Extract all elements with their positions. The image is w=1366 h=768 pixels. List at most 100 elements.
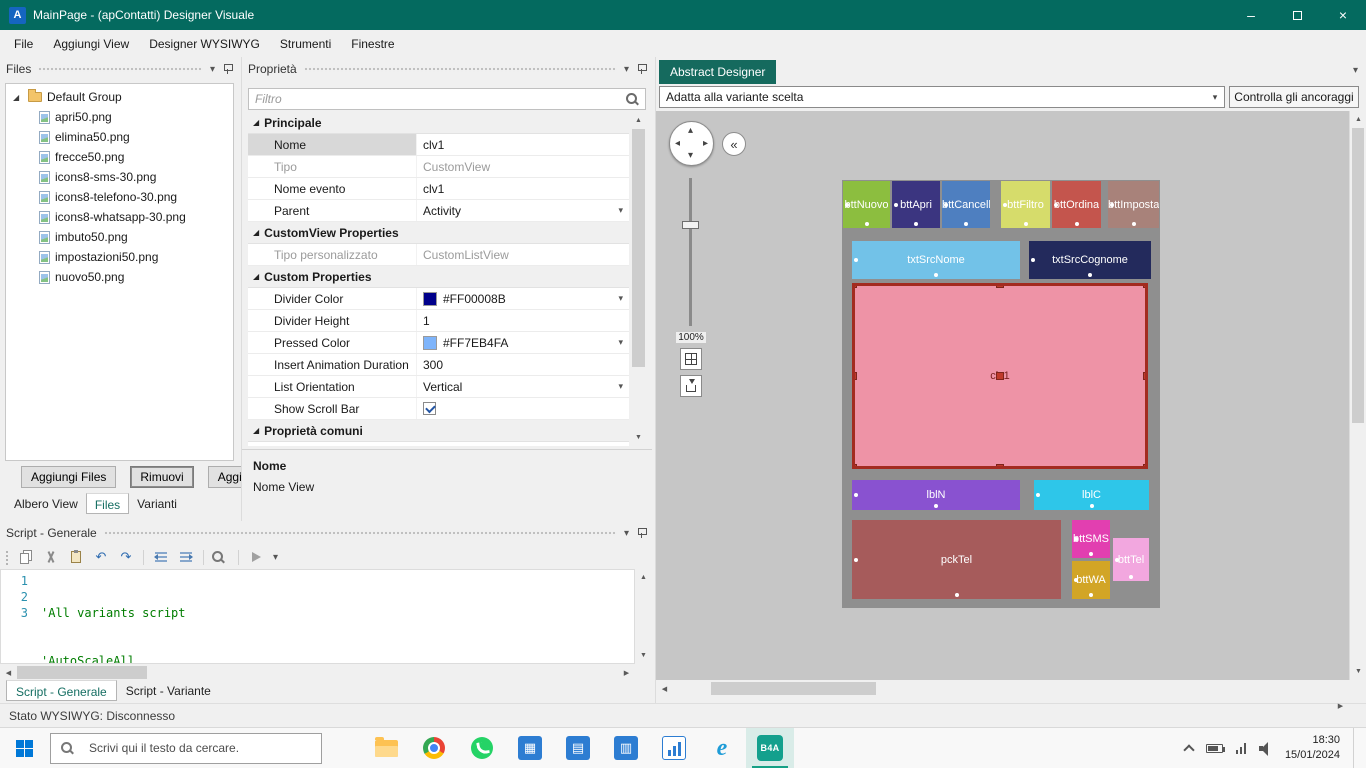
scroll-up-icon[interactable]: ▲ bbox=[630, 112, 647, 129]
property-row-divider-height[interactable]: Divider Height 1 bbox=[248, 310, 629, 332]
resize-handle-bottom-right[interactable] bbox=[1143, 464, 1145, 466]
section-custom-properties[interactable]: ◢ Custom Properties bbox=[248, 266, 629, 288]
property-value[interactable]: Activity ▾ bbox=[416, 200, 629, 221]
start-button[interactable] bbox=[0, 728, 48, 768]
scroll-right-icon[interactable]: ▶ bbox=[1332, 697, 1349, 714]
designer-control-bttTel[interactable]: bttTel bbox=[1113, 538, 1149, 581]
section-proprieta-comuni[interactable]: ◢ Proprietà comuni bbox=[248, 420, 629, 442]
pan-left-icon[interactable]: ◂ bbox=[675, 139, 680, 149]
minimize-button[interactable]: – bbox=[1228, 0, 1274, 30]
cut-icon[interactable] bbox=[43, 549, 59, 565]
menu-finestre[interactable]: Finestre bbox=[341, 32, 404, 56]
tree-file-item[interactable]: icons8-whatsapp-30.png bbox=[6, 207, 233, 227]
panel-menu-caret-icon[interactable]: ▾ bbox=[624, 528, 629, 539]
designer-control-bttNuovo[interactable]: bttNuovo bbox=[843, 181, 890, 228]
chart-app-taskbar-icon[interactable] bbox=[650, 728, 698, 768]
check-anchors-button[interactable]: Controlla gli ancoraggi bbox=[1229, 86, 1359, 108]
scroll-down-icon[interactable]: ▼ bbox=[1350, 663, 1366, 680]
remove-file-button[interactable]: Rimuovi bbox=[130, 466, 194, 488]
filter-input[interactable] bbox=[249, 92, 626, 106]
designer-control-bttApri[interactable]: bttApri bbox=[892, 181, 940, 228]
property-row-nome[interactable]: Nome clv1 bbox=[248, 134, 629, 156]
scroll-up-icon[interactable]: ▲ bbox=[635, 569, 652, 586]
redo-icon[interactable]: ↷ bbox=[118, 549, 134, 565]
paste-icon[interactable] bbox=[68, 549, 84, 565]
scroll-left-icon[interactable]: ◀ bbox=[0, 664, 17, 681]
property-value[interactable]: Vertical ▾ bbox=[416, 376, 629, 397]
taskbar-search-box[interactable]: Scrivi qui il testo da cercare. bbox=[50, 732, 322, 764]
battery-icon[interactable] bbox=[1205, 743, 1225, 753]
designer-control-clv1-selected[interactable]: clv1 bbox=[852, 283, 1148, 469]
scrollbar-thumb[interactable] bbox=[1352, 128, 1364, 423]
resize-handle-right[interactable] bbox=[1143, 372, 1145, 380]
toolbar-grip[interactable] bbox=[5, 549, 9, 565]
tab-albero-view[interactable]: Albero View bbox=[6, 493, 86, 514]
tree-file-item[interactable]: nuovo50.png bbox=[6, 267, 233, 287]
checkbox-checked[interactable] bbox=[423, 402, 436, 415]
designer-control-pckTel[interactable]: pckTel bbox=[852, 520, 1061, 599]
script-editor[interactable]: 1 2 3 'All variants script 'AutoScaleAll bbox=[0, 569, 635, 664]
designer-control-bttFiltro[interactable]: bttFiltro bbox=[1001, 181, 1050, 228]
designer-horizontal-scrollbar[interactable]: ◀ ▶ bbox=[656, 680, 1349, 710]
menu-aggiungi-view[interactable]: Aggiungi View bbox=[43, 32, 139, 56]
resize-handle-top-left[interactable] bbox=[855, 286, 857, 288]
drag-grip[interactable] bbox=[103, 530, 617, 536]
dropdown-caret-icon[interactable]: ▾ bbox=[618, 381, 623, 392]
resize-handle-top[interactable] bbox=[996, 286, 1004, 288]
show-desktop-button[interactable] bbox=[1353, 728, 1358, 768]
tab-abstract-designer[interactable]: Abstract Designer bbox=[659, 60, 777, 84]
resize-handle-top-right[interactable] bbox=[1143, 286, 1145, 288]
panel-menu-caret-icon[interactable]: ▾ bbox=[1353, 65, 1358, 76]
tree-file-item[interactable]: apri50.png bbox=[6, 107, 233, 127]
designer-control-bttOrdina[interactable]: bttOrdina bbox=[1052, 181, 1101, 228]
pan-right-icon[interactable]: ▸ bbox=[703, 139, 708, 149]
property-value[interactable]: clv1 bbox=[416, 178, 629, 199]
section-principale[interactable]: ◢ Principale bbox=[248, 112, 629, 134]
dropdown-caret-icon[interactable]: ▾ bbox=[1206, 92, 1224, 103]
pin-icon[interactable] bbox=[223, 64, 233, 74]
zoom-slider-thumb[interactable] bbox=[682, 221, 699, 229]
run-script-icon[interactable] bbox=[248, 549, 264, 565]
resize-handle-bottom[interactable] bbox=[996, 464, 1004, 466]
undo-icon[interactable]: ↶ bbox=[93, 549, 109, 565]
editor-vertical-scrollbar[interactable]: ▲ ▼ bbox=[635, 569, 652, 664]
scrollbar-thumb[interactable] bbox=[632, 129, 645, 367]
tree-file-item[interactable]: icons8-sms-30.png bbox=[6, 167, 233, 187]
editor-horizontal-scrollbar[interactable]: ◀ ▶ bbox=[0, 664, 635, 681]
variant-selector[interactable]: Adatta alla variante scelta ▾ bbox=[659, 86, 1225, 108]
property-row-show-scroll-bar[interactable]: Show Scroll Bar bbox=[248, 398, 629, 420]
property-row-list-orientation[interactable]: List Orientation Vertical ▾ bbox=[248, 376, 629, 398]
pan-wheel[interactable]: ◂ ▸ ▴ ▾ bbox=[669, 121, 714, 166]
property-value[interactable]: 1 bbox=[416, 310, 629, 331]
tab-script-variante[interactable]: Script - Variante bbox=[117, 680, 220, 701]
menu-strumenti[interactable]: Strumenti bbox=[270, 32, 341, 56]
code-area[interactable]: 'All variants script 'AutoScaleAll bbox=[37, 570, 186, 663]
outdent-icon[interactable] bbox=[153, 549, 169, 565]
tree-file-item[interactable]: frecce50.png bbox=[6, 147, 233, 167]
dropdown-caret-icon[interactable]: ▾ bbox=[618, 205, 623, 216]
copy-icon[interactable] bbox=[18, 549, 34, 565]
designer-control-bttImpostazioni[interactable]: bttImpostazioni bbox=[1108, 181, 1159, 228]
property-grid-scrollbar[interactable]: ▲ ▼ bbox=[630, 112, 647, 446]
scrollbar-thumb[interactable] bbox=[711, 682, 876, 695]
resize-handle-bottom-left[interactable] bbox=[855, 464, 857, 466]
property-row-nome-evento[interactable]: Nome evento clv1 bbox=[248, 178, 629, 200]
property-value[interactable]: clv1 bbox=[416, 134, 629, 155]
toolbar-overflow-caret-icon[interactable]: ▾ bbox=[273, 552, 278, 563]
pan-down-icon[interactable]: ▾ bbox=[688, 151, 693, 161]
tray-expand-chevron-icon[interactable] bbox=[1183, 744, 1195, 756]
b4a-taskbar-icon-active[interactable]: B4A bbox=[746, 728, 794, 768]
pin-icon[interactable] bbox=[637, 528, 647, 538]
whatsapp-taskbar-icon[interactable] bbox=[458, 728, 506, 768]
tree-expand-icon[interactable]: ◢ bbox=[13, 93, 23, 102]
property-row-parent[interactable]: Parent Activity ▾ bbox=[248, 200, 629, 222]
chrome-taskbar-icon[interactable] bbox=[410, 728, 458, 768]
panel-menu-caret-icon[interactable]: ▾ bbox=[624, 64, 629, 75]
scrollbar-thumb[interactable] bbox=[17, 666, 147, 679]
maximize-button[interactable] bbox=[1274, 0, 1320, 30]
tab-files[interactable]: Files bbox=[85, 493, 130, 514]
panel-menu-caret-icon[interactable]: ▾ bbox=[210, 64, 215, 75]
designer-control-bttWA[interactable]: bttWA bbox=[1072, 561, 1110, 599]
scroll-down-icon[interactable]: ▼ bbox=[630, 429, 647, 446]
property-row-tipo-personalizzato[interactable]: Tipo personalizzato CustomListView bbox=[248, 244, 629, 266]
